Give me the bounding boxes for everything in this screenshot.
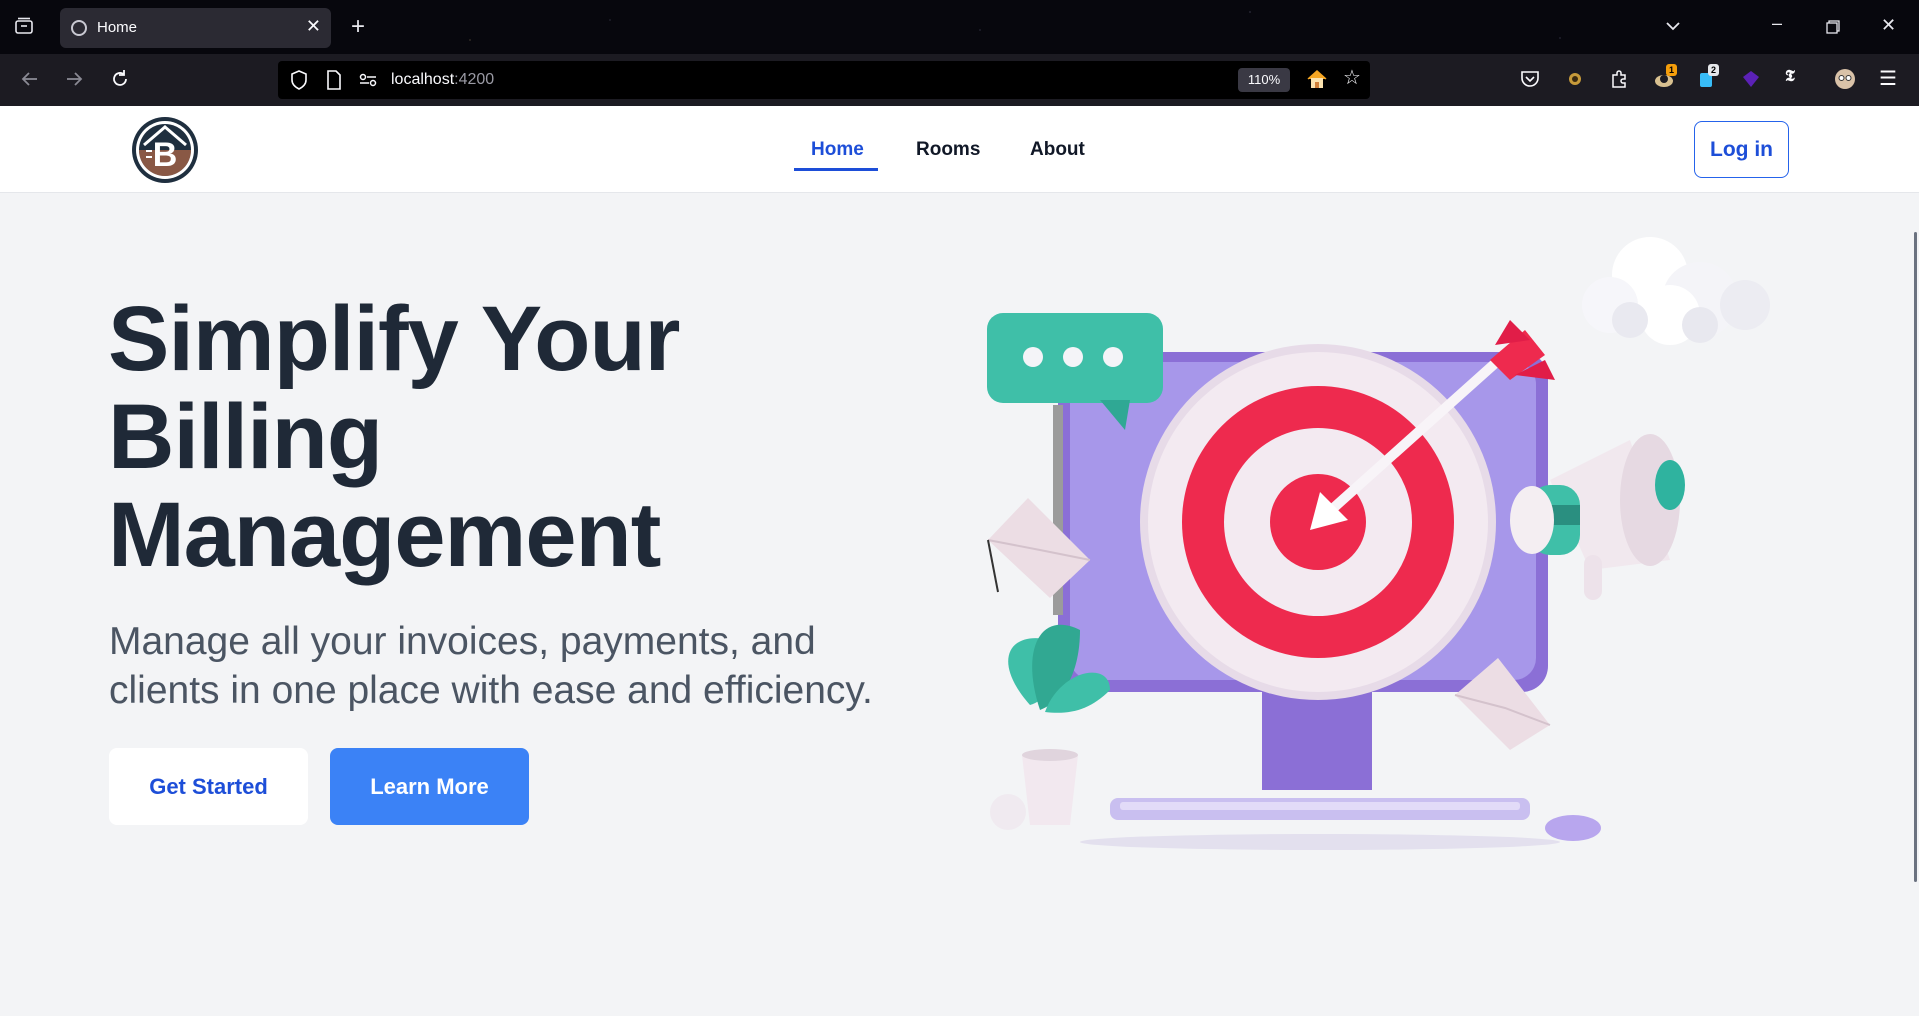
learn-more-button[interactable]: Learn More	[330, 748, 529, 825]
shield-icon[interactable]	[290, 70, 308, 94]
extensions-puzzle-icon[interactable]	[1609, 69, 1629, 93]
extension-text-icon[interactable]: 𝕿	[1785, 69, 1795, 85]
hero-title-line: Simplify Your	[108, 288, 680, 390]
permissions-icon[interactable]	[358, 72, 378, 92]
hero-title-line: Management	[108, 484, 661, 586]
tab-list-icon[interactable]	[14, 17, 34, 38]
zoom-level[interactable]: 110%	[1238, 68, 1290, 92]
reload-icon[interactable]	[110, 69, 130, 93]
url-bar[interactable]: localhost:4200 110% ☆	[278, 61, 1370, 99]
restore-icon[interactable]	[1826, 19, 1840, 37]
hero-subtitle-line: clients in one place with ease and effic…	[109, 669, 873, 712]
forward-icon[interactable]	[64, 69, 84, 93]
cloud-illustration	[1582, 237, 1770, 345]
bookmark-star-icon[interactable]: ☆	[1343, 68, 1361, 88]
extension-badge: 2	[1708, 64, 1720, 76]
tab-title: Home	[97, 19, 138, 36]
mouse	[1545, 815, 1601, 841]
home-icon[interactable]	[1306, 69, 1328, 93]
menu-icon[interactable]: ☰	[1879, 69, 1897, 89]
new-tab-icon[interactable]: +	[351, 15, 365, 39]
nav-about[interactable]: About	[1030, 139, 1085, 161]
hero-subtitle-line: Manage all your invoices, payments, and	[109, 620, 816, 663]
nav-home[interactable]: Home	[811, 139, 864, 161]
nav-rooms[interactable]: Rooms	[916, 139, 980, 161]
browser-tab-home[interactable]: Home ✕	[60, 8, 331, 48]
extension-gold-icon[interactable]	[1565, 69, 1585, 93]
close-icon[interactable]: ✕	[306, 16, 321, 37]
hero-title-line: Billing	[108, 386, 383, 488]
hero-subtitle: Manage all your invoices, payments, and …	[109, 617, 969, 715]
back-icon[interactable]	[20, 69, 40, 93]
svg-text:B: B	[153, 136, 178, 174]
page-scrollbar[interactable]	[1914, 232, 1917, 882]
browser-tab-bar: Home ✕ + – ✕	[0, 0, 1919, 54]
hero-title: Simplify Your Billing Management	[108, 290, 928, 584]
extension-badge: 1	[1666, 64, 1678, 76]
url-text[interactable]: localhost:4200	[391, 71, 494, 89]
chevron-down-icon[interactable]	[1664, 17, 1682, 38]
nav-active-indicator	[794, 168, 878, 171]
login-button[interactable]: Log in	[1694, 121, 1789, 178]
logo[interactable]: B	[130, 115, 200, 185]
page-icon[interactable]	[326, 70, 342, 94]
profile-avatar-icon[interactable]	[1834, 68, 1856, 94]
minimize-icon[interactable]: –	[1772, 14, 1782, 32]
get-started-button[interactable]: Get Started	[109, 748, 308, 825]
pocket-icon[interactable]	[1520, 69, 1540, 93]
browser-toolbar: localhost:4200 110% ☆ 1 2 𝕿 ☰	[0, 54, 1919, 106]
site-header: B Home Rooms About Log in	[0, 106, 1919, 193]
hero-illustration	[970, 230, 1790, 850]
globe-icon	[71, 20, 87, 36]
window-close-icon[interactable]: ✕	[1881, 16, 1896, 34]
extension-purple-icon[interactable]	[1741, 69, 1761, 93]
